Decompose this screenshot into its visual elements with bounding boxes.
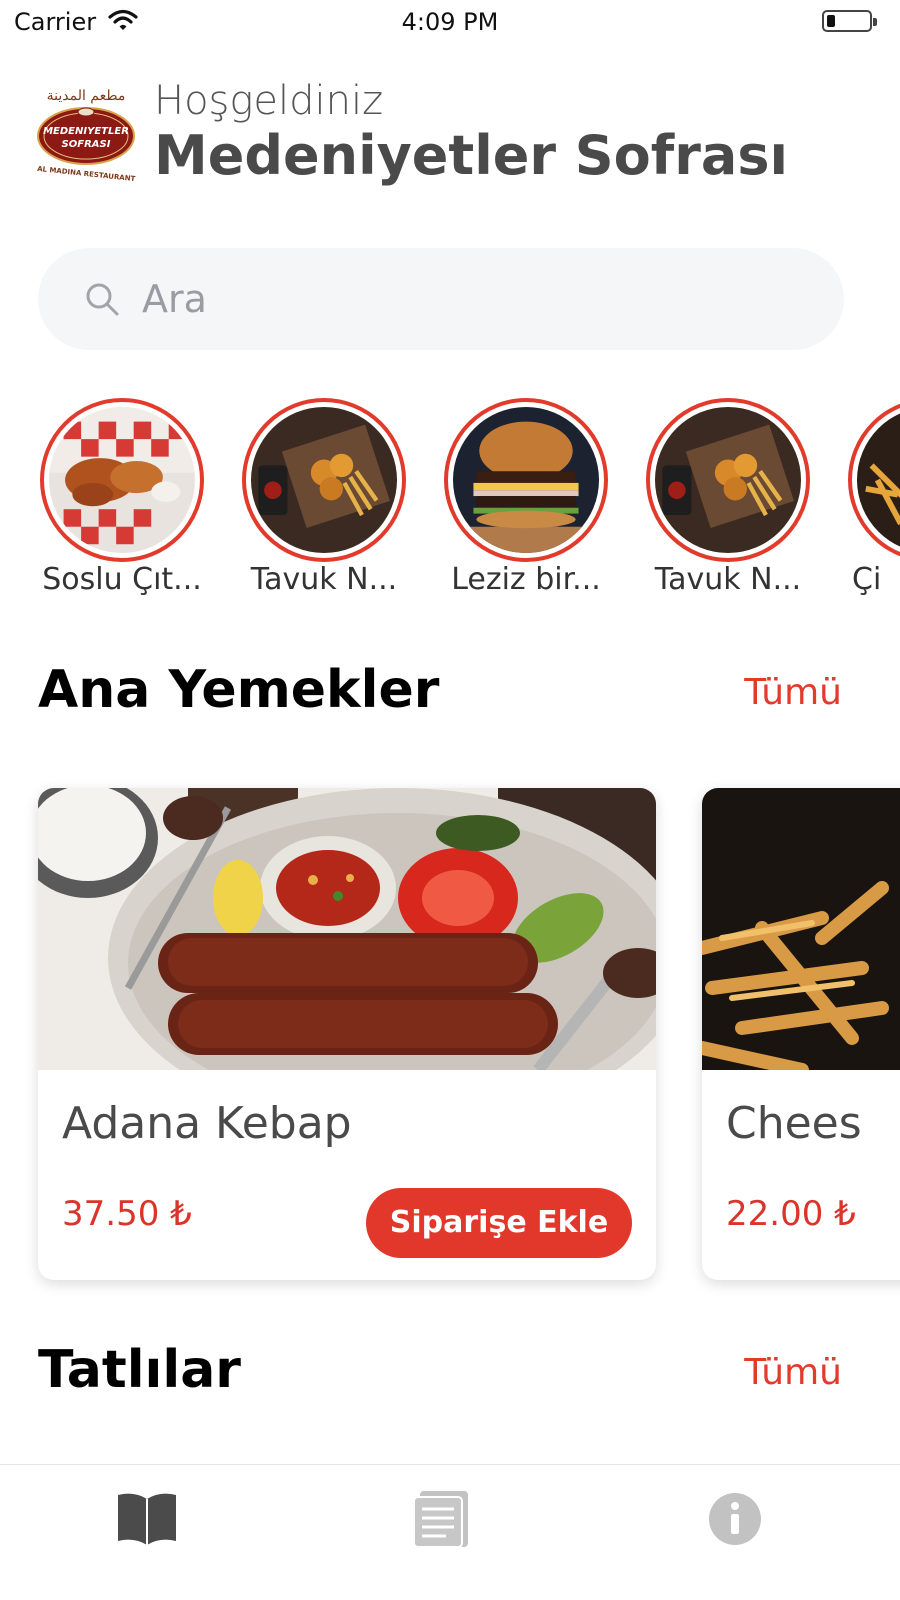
product-card[interactable]: Adana Kebap 37.50 ₺ Siparişe Ekle <box>38 788 656 1280</box>
category-item[interactable]: Çi <box>846 396 900 608</box>
svg-text:MEDENIYETLER: MEDENIYETLER <box>43 126 129 137</box>
header: مطعم المدينة MEDENIYETLER SOFRASI AL MAD… <box>34 78 870 198</box>
book-icon <box>118 1493 176 1545</box>
clock: 4:09 PM <box>401 8 499 36</box>
category-image <box>857 407 900 553</box>
category-image <box>453 407 599 553</box>
greeting-text: Hoşgeldiniz <box>154 78 384 124</box>
category-label: Çi <box>852 562 882 597</box>
section-title-desserts: Tatlılar <box>38 1340 241 1400</box>
category-label: Soslu Çıt... <box>42 562 202 597</box>
product-name: Adana Kebap <box>62 1098 352 1149</box>
category-label: Tavuk N... <box>654 562 802 597</box>
category-image <box>251 407 397 553</box>
category-image-frame <box>444 398 608 562</box>
see-all-desserts-link[interactable]: Tümü <box>744 1352 842 1393</box>
product-price: 37.50 ₺ <box>62 1194 192 1234</box>
category-image-frame <box>848 398 900 562</box>
category-item[interactable]: Soslu Çıt... <box>38 396 206 608</box>
tab-info[interactable] <box>700 1489 770 1549</box>
product-card[interactable]: Chees 22.00 ₺ <box>702 788 900 1280</box>
category-image <box>655 407 801 553</box>
category-image-frame <box>40 398 204 562</box>
search-bar[interactable] <box>38 248 844 350</box>
restaurant-name: Medeniyetler Sofrası <box>154 124 788 187</box>
tab-menu[interactable] <box>112 1489 182 1549</box>
category-image-frame <box>646 398 810 562</box>
category-strip[interactable]: Soslu Çıt... Tavuk N... Leziz bir... Tav… <box>38 396 900 608</box>
section-title-main-dishes: Ana Yemekler <box>38 660 440 720</box>
svg-text:مطعم المدينة: مطعم المدينة <box>47 88 126 104</box>
category-label: Tavuk N... <box>250 562 398 597</box>
svg-text:SOFRASI: SOFRASI <box>62 139 111 150</box>
tab-bar <box>0 1464 900 1600</box>
svg-text:AL MADINA RESTAURANT: AL MADINA RESTAURANT <box>37 165 136 182</box>
category-image <box>49 407 195 553</box>
category-image-frame <box>242 398 406 562</box>
product-price: 22.00 ₺ <box>726 1194 856 1234</box>
product-image <box>702 788 900 1070</box>
product-image <box>38 788 656 1070</box>
category-label: Leziz bir... <box>451 562 601 597</box>
see-all-main-dishes-link[interactable]: Tümü <box>744 672 842 713</box>
add-to-order-button[interactable]: Siparişe Ekle <box>366 1188 632 1258</box>
category-item[interactable]: Tavuk N... <box>644 396 812 608</box>
tab-orders[interactable] <box>406 1489 476 1549</box>
search-icon <box>86 283 119 316</box>
product-name: Chees <box>726 1098 862 1149</box>
search-input[interactable] <box>142 272 762 326</box>
app-screen: Carrier 4:09 PM مطعم المدينة MEDENIYETLE… <box>0 0 900 1600</box>
category-item[interactable]: Tavuk N... <box>240 396 408 608</box>
status-bar: Carrier 4:09 PM <box>0 0 900 44</box>
battery-level <box>827 15 835 27</box>
battery-icon <box>822 10 877 32</box>
info-icon <box>709 1493 761 1545</box>
restaurant-logo: مطعم المدينة MEDENIYETLER SOFRASI AL MAD… <box>37 88 136 182</box>
list-icon <box>413 1491 468 1548</box>
category-item[interactable]: Leziz bir... <box>442 396 610 608</box>
